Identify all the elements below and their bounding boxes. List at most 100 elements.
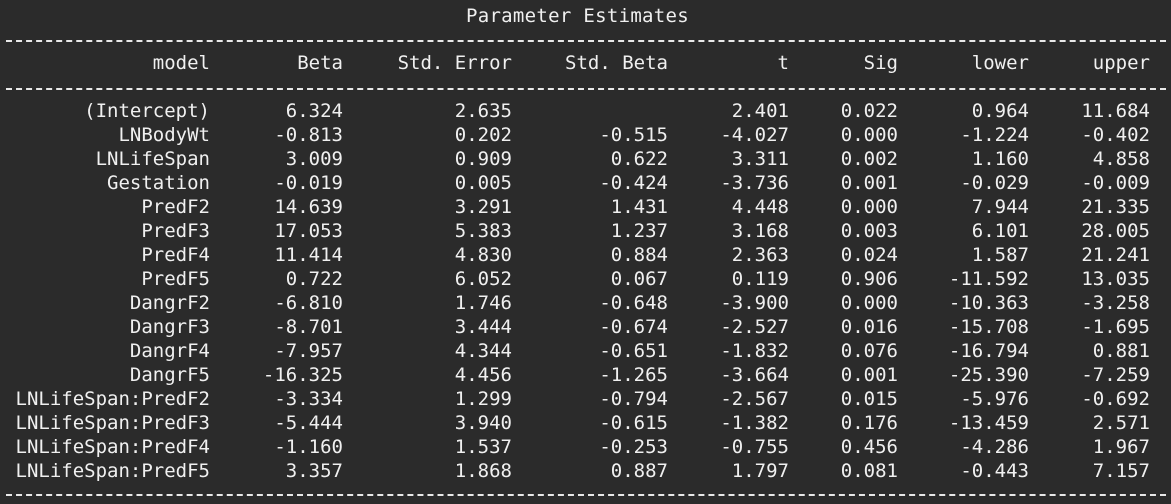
table-row: DangrF4 -7.957 4.344 -0.651 -1.832 0.076 -16.7… (0, 339, 1171, 363)
table-row: LNBodyWt -0.813 0.202 -0.515 -4.027 0.000 -1.2… (0, 123, 1171, 147)
cell-beta: -1.160 (274, 436, 343, 458)
cell-lower: -1.224 (960, 124, 1029, 146)
table-row: LNLifeSpan:PredF2 -3.334 1.299 -0.794 -2.567… (0, 387, 1171, 411)
cell-model: (Intercept) (84, 100, 210, 122)
cell-sig: 0.016 (840, 316, 898, 338)
cell-lower: -0.443 (960, 460, 1029, 482)
table-row: LNLifeSpan:PredF5 3.357 1.868 0.887 1.797 0.0… (0, 459, 1171, 483)
cell-std-error: 1.299 (454, 388, 512, 410)
cell-model: LNLifeSpan (95, 148, 210, 170)
cell-beta: 14.639 (274, 196, 343, 218)
cell-sig: 0.001 (840, 364, 898, 386)
cell-model: LNBodyWt (118, 124, 210, 146)
cell-t: -3.900 (720, 292, 789, 314)
cell-sig: 0.024 (840, 244, 898, 266)
table-header: model Beta Std. Error Std. Beta t Sig lo… (0, 51, 1171, 75)
cell-sig: 0.076 (840, 340, 898, 362)
cell-beta: 11.414 (274, 244, 343, 266)
cell-upper: 4.858 (1092, 148, 1150, 170)
cell-sig: 0.000 (840, 124, 898, 146)
table-row: (Intercept) 6.324 2.635 2.401 0.022 0.964 11.6… (0, 99, 1171, 123)
cell-lower: -13.459 (948, 412, 1029, 434)
cell-upper: -1.695 (1081, 316, 1150, 338)
column-header-beta: Beta (297, 52, 343, 74)
cell-lower: 7.944 (971, 196, 1029, 218)
cell-t: 2.363 (731, 244, 789, 266)
cell-sig: 0.002 (840, 148, 898, 170)
cell-beta: -7.957 (274, 340, 343, 362)
cell-beta: -3.334 (274, 388, 343, 410)
cell-upper: 11.684 (1081, 100, 1150, 122)
cell-beta: 0.722 (285, 268, 343, 290)
cell-std-beta: 1.237 (610, 220, 668, 242)
column-header-model: model (152, 52, 210, 74)
cell-lower: 1.160 (971, 148, 1029, 170)
cell-t: 3.168 (731, 220, 789, 242)
cell-std-beta: -0.615 (599, 412, 668, 434)
divider-bottom (6, 494, 1166, 496)
cell-sig: 0.176 (840, 412, 898, 434)
cell-beta: -0.813 (274, 124, 343, 146)
cell-model: LNLifeSpan:PredF2 (15, 388, 210, 410)
cell-t: -2.527 (720, 316, 789, 338)
cell-std-beta: -0.794 (599, 388, 668, 410)
cell-beta: -6.810 (274, 292, 343, 314)
cell-model: LNLifeSpan:PredF5 (15, 460, 210, 482)
table-row: LNLifeSpan:PredF4 -1.160 1.537 -0.253 -0.755… (0, 435, 1171, 459)
cell-sig: 0.000 (840, 292, 898, 314)
cell-std-beta: -0.253 (599, 436, 668, 458)
cell-sig: 0.022 (840, 100, 898, 122)
cell-std-error: 1.537 (454, 436, 512, 458)
table-row: LNLifeSpan 3.009 0.909 0.622 3.311 0.002 1.160… (0, 147, 1171, 171)
cell-t: 4.448 (731, 196, 789, 218)
cell-model: PredF3 (141, 220, 210, 242)
cell-std-error: 0.202 (454, 124, 512, 146)
cell-beta: 3.357 (285, 460, 343, 482)
table-row: PredF5 0.722 6.052 0.067 0.119 0.906 -11.592 13… (0, 267, 1171, 291)
cell-std-beta: 1.431 (610, 196, 668, 218)
cell-model: LNLifeSpan:PredF4 (15, 436, 210, 458)
column-header-std-error: Std. Error (397, 52, 512, 74)
cell-t: 1.797 (731, 460, 789, 482)
cell-std-error: 1.746 (454, 292, 512, 314)
cell-lower: -10.363 (948, 292, 1029, 314)
cell-upper: -0.402 (1081, 124, 1150, 146)
cell-lower: 0.964 (971, 100, 1029, 122)
cell-model: Gestation (107, 172, 210, 194)
cell-model: LNLifeSpan:PredF3 (15, 412, 210, 434)
cell-upper: 13.035 (1081, 268, 1150, 290)
cell-beta: -8.701 (274, 316, 343, 338)
cell-lower: 6.101 (971, 220, 1029, 242)
cell-std-error: 2.635 (454, 100, 512, 122)
cell-t: -1.832 (720, 340, 789, 362)
cell-upper: -3.258 (1081, 292, 1150, 314)
column-header-lower: lower (971, 52, 1029, 74)
table-row: DangrF3 -8.701 3.444 -0.674 -2.527 0.016 -15.7… (0, 315, 1171, 339)
cell-t: -1.382 (720, 412, 789, 434)
cell-t: -2.567 (720, 388, 789, 410)
column-header-sig: Sig (863, 52, 898, 74)
cell-model: PredF4 (141, 244, 210, 266)
cell-std-beta: 0.884 (610, 244, 668, 266)
cell-t: -0.755 (720, 436, 789, 458)
cell-upper: 0.881 (1092, 340, 1150, 362)
cell-std-beta: -0.515 (599, 124, 668, 146)
cell-std-beta: -0.674 (599, 316, 668, 338)
divider-top (6, 40, 1166, 42)
cell-t: -3.664 (720, 364, 789, 386)
table-row: PredF4 11.414 4.830 0.884 2.363 0.024 1.587 21.… (0, 243, 1171, 267)
cell-upper: 1.967 (1092, 436, 1150, 458)
cell-beta: 6.324 (285, 100, 343, 122)
table-row: LNLifeSpan:PredF3 -5.444 3.940 -0.615 -1.382… (0, 411, 1171, 435)
column-header-t: t (777, 52, 789, 74)
cell-t: -4.027 (720, 124, 789, 146)
cell-t: 0.119 (731, 268, 789, 290)
cell-sig: 0.000 (840, 196, 898, 218)
cell-sig: 0.001 (840, 172, 898, 194)
cell-sig: 0.015 (840, 388, 898, 410)
table-row: DangrF2 -6.810 1.746 -0.648 -3.900 0.000 -10.3… (0, 291, 1171, 315)
cell-lower: 1.587 (971, 244, 1029, 266)
cell-std-error: 5.383 (454, 220, 512, 242)
table-row: DangrF5 -16.325 4.456 -1.265 -3.664 0.001 -25.… (0, 363, 1171, 387)
cell-upper: 7.157 (1092, 460, 1150, 482)
